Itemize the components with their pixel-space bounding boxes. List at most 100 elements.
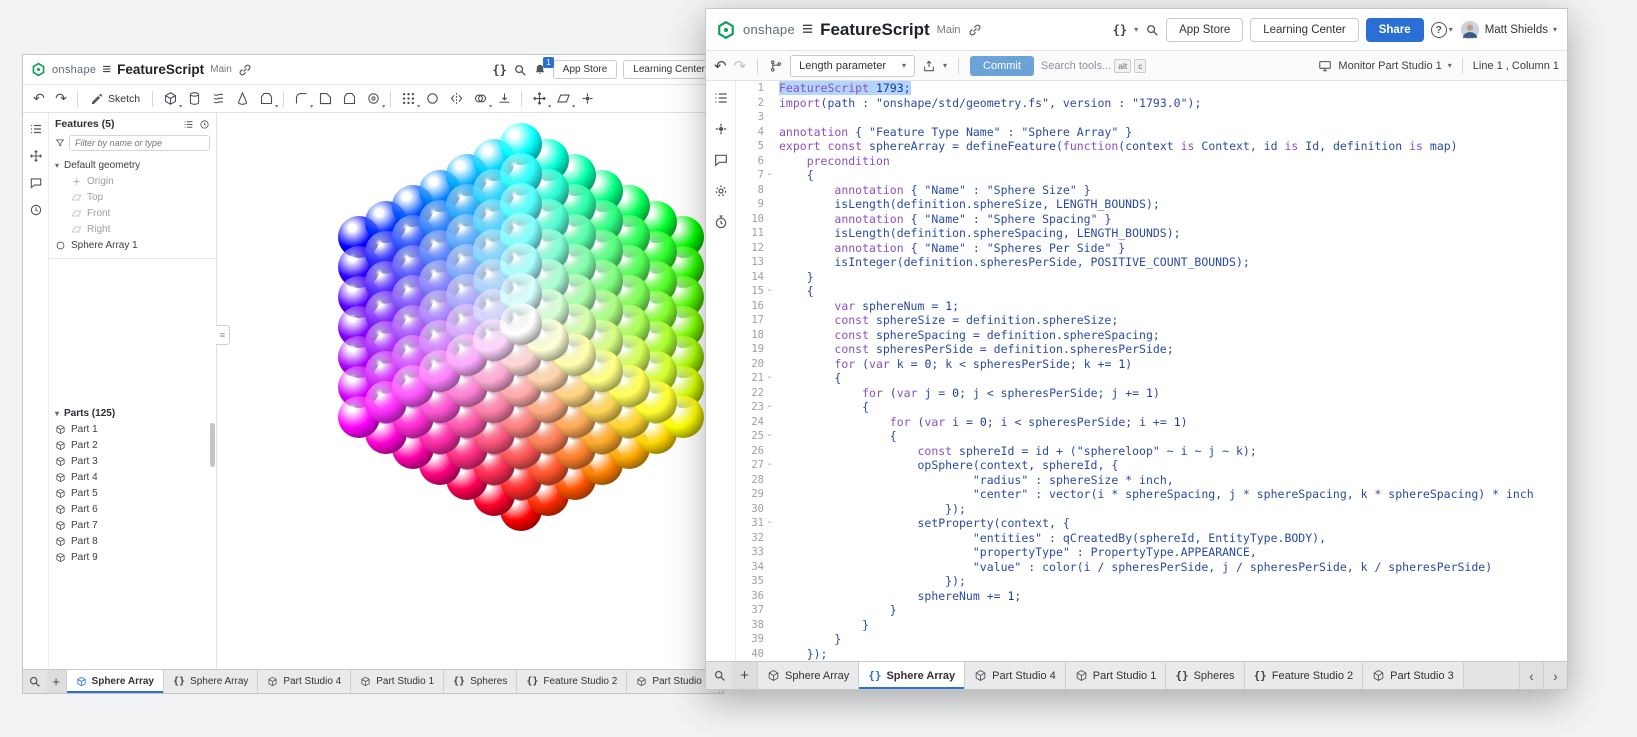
monitor-label[interactable]: Monitor Part Studio 1: [1338, 60, 1441, 72]
tab-sphere-array[interactable]: {}Sphere Array: [859, 662, 965, 689]
sketch-button[interactable]: Sketch: [84, 90, 146, 108]
tab-part-studio-1[interactable]: Part Studio 1: [1066, 662, 1167, 689]
parts-section-header[interactable]: ▾ Parts (125): [49, 405, 216, 421]
redo-icon[interactable]: ↷: [734, 57, 747, 75]
feature-list-icon[interactable]: [713, 90, 729, 106]
linear-pattern-tool-icon[interactable]: ▾: [397, 88, 419, 110]
app-store-button[interactable]: App Store: [1166, 18, 1243, 42]
panel-resize-handle[interactable]: ≡: [216, 325, 230, 345]
monitor-icon[interactable]: [1318, 59, 1332, 73]
main-menu-icon[interactable]: ≡: [802, 19, 813, 41]
code-line-10[interactable]: 10 annotation { "Name" : "Sphere Spacing…: [736, 212, 1567, 227]
chamfer-tool-icon[interactable]: [314, 88, 336, 110]
split-tool-icon[interactable]: [493, 88, 515, 110]
part-list-item[interactable]: Part 9: [49, 549, 216, 565]
tabs-scroll-right[interactable]: ›: [1543, 662, 1567, 689]
search-icon[interactable]: [1145, 23, 1159, 37]
comment-icon[interactable]: [29, 176, 43, 190]
learning-center-button[interactable]: Learning Center: [623, 60, 715, 79]
tree-item-front[interactable]: Front: [49, 205, 216, 221]
tab-part-studio-3[interactable]: Part Studio 3: [1363, 662, 1464, 689]
code-line-15[interactable]: 15- {: [736, 284, 1567, 299]
new-tab-button[interactable]: +: [47, 670, 67, 693]
plane-tool-icon[interactable]: ▾: [552, 88, 574, 110]
code-line-33[interactable]: 33 "propertyType" : PropertyType.APPEARA…: [736, 545, 1567, 560]
tab-feature-studio-2[interactable]: {}Feature Studio 2: [517, 670, 627, 693]
branch-label[interactable]: Main: [937, 24, 961, 36]
code-line-18[interactable]: 18 const sphereSpacing = definition.sphe…: [736, 328, 1567, 343]
rollback-history-icon[interactable]: [199, 119, 210, 130]
fillet-tool-icon[interactable]: ▾: [290, 88, 312, 110]
fold-marker[interactable]: -: [764, 429, 775, 444]
move-icon[interactable]: [29, 149, 43, 163]
search-tools[interactable]: Search tools... alt c: [1041, 59, 1147, 73]
part-list-item[interactable]: Part 3: [49, 453, 216, 469]
code-line-19[interactable]: 19 const spheresPerSide = definition.sph…: [736, 342, 1567, 357]
undo-icon[interactable]: ↶: [29, 90, 49, 107]
share-link-icon[interactable]: [968, 23, 982, 37]
fold-marker[interactable]: -: [764, 284, 775, 299]
code-line-34[interactable]: 34 "value" : color(i / spheresPerSide, j…: [736, 560, 1567, 575]
extrude-tool-icon[interactable]: ▾: [159, 88, 181, 110]
part-list-item[interactable]: Part 8: [49, 533, 216, 549]
code-line-39[interactable]: 39 }: [736, 632, 1567, 647]
code-line-21[interactable]: 21- {: [736, 371, 1567, 386]
code-line-20[interactable]: 20 for (var k = 0; k < spheresPerSide; k…: [736, 357, 1567, 372]
versions-icon[interactable]: [29, 203, 43, 217]
parameter-type-dropdown[interactable]: Length parameter ▾: [790, 55, 915, 77]
new-tab-button[interactable]: +: [732, 662, 758, 689]
code-line-2[interactable]: 2 import(path : "onshape/std/geometry.fs…: [736, 96, 1567, 111]
tab-search-icon[interactable]: [706, 662, 732, 689]
code-line-24[interactable]: 24 for (var i = 0; i < spheresPerSide; i…: [736, 415, 1567, 430]
tab-sphere-array[interactable]: Sphere Array: [67, 670, 164, 693]
tab-part-studio-1[interactable]: Part Studio 1: [351, 670, 444, 693]
history-icon[interactable]: [713, 214, 729, 230]
code-line-6[interactable]: 6 precondition: [736, 154, 1567, 169]
comment-icon[interactable]: [713, 152, 729, 168]
thicken-tool-icon[interactable]: ▾: [255, 88, 277, 110]
transform-tool-icon[interactable]: ▾: [528, 88, 550, 110]
code-line-36[interactable]: 36 sphereNum += 1;: [736, 589, 1567, 604]
code-line-5[interactable]: 5 export const sphereArray = defineFeatu…: [736, 139, 1567, 154]
code-line-7[interactable]: 7- {: [736, 168, 1567, 183]
hole-tool-icon[interactable]: ▾: [362, 88, 384, 110]
featurescript-icon[interactable]: {}: [1113, 23, 1127, 37]
tab-part-studio-4[interactable]: Part Studio 4: [965, 662, 1066, 689]
part-list-item[interactable]: Part 4: [49, 469, 216, 485]
tab-spheres[interactable]: {}Spheres: [1166, 662, 1244, 689]
boolean-tool-icon[interactable]: ▾: [469, 88, 491, 110]
code-line-9[interactable]: 9 isLength(definition.sphereSize, LENGTH…: [736, 197, 1567, 212]
sweep-tool-icon[interactable]: [207, 88, 229, 110]
tab-feature-studio-2[interactable]: {}Feature Studio 2: [1245, 662, 1364, 689]
tab-part-studio-4[interactable]: Part Studio 4: [258, 670, 351, 693]
branch-label[interactable]: Main: [210, 64, 232, 75]
code-line-13[interactable]: 13 isInteger(definition.spheresPerSide, …: [736, 255, 1567, 270]
part-list-item[interactable]: Part 7: [49, 517, 216, 533]
part-list-item[interactable]: Part 2: [49, 437, 216, 453]
code-line-40[interactable]: 40 });: [736, 647, 1567, 662]
main-menu-icon[interactable]: ≡: [102, 61, 111, 78]
code-line-16[interactable]: 16 var sphereNum = 1;: [736, 299, 1567, 314]
code-line-3[interactable]: 3: [736, 110, 1567, 125]
insert-snippet-icon[interactable]: [769, 59, 783, 73]
part-list-item[interactable]: Part 5: [49, 485, 216, 501]
fold-marker[interactable]: -: [764, 168, 775, 183]
commit-button[interactable]: Commit: [970, 56, 1034, 76]
app-store-button[interactable]: App Store: [553, 60, 617, 79]
mirror-tool-icon[interactable]: [445, 88, 467, 110]
code-line-29[interactable]: 29 "center" : vector(i * sphereSpacing, …: [736, 487, 1567, 502]
notifications-button[interactable]: 1: [533, 63, 547, 77]
fold-marker[interactable]: -: [764, 516, 775, 531]
tree-item-origin[interactable]: Origin: [49, 173, 216, 189]
code-line-37[interactable]: 37 }: [736, 603, 1567, 618]
code-line-32[interactable]: 32 "entities" : qCreatedBy(sphereId, Ent…: [736, 531, 1567, 546]
code-line-23[interactable]: 23- {: [736, 400, 1567, 415]
code-line-4[interactable]: 4 annotation { "Feature Type Name" : "Sp…: [736, 125, 1567, 140]
tabs-scroll-left[interactable]: ‹: [1519, 662, 1543, 689]
tree-item-default-geometry[interactable]: ▾Default geometry: [49, 157, 216, 173]
user-menu[interactable]: Matt Shields ▾: [1460, 20, 1557, 40]
code-line-38[interactable]: 38 }: [736, 618, 1567, 633]
tab-sphere-array[interactable]: Sphere Array: [758, 662, 859, 689]
code-line-26[interactable]: 26 const sphereId = id + ("sphereloop" ~…: [736, 444, 1567, 459]
shell-tool-icon[interactable]: [338, 88, 360, 110]
